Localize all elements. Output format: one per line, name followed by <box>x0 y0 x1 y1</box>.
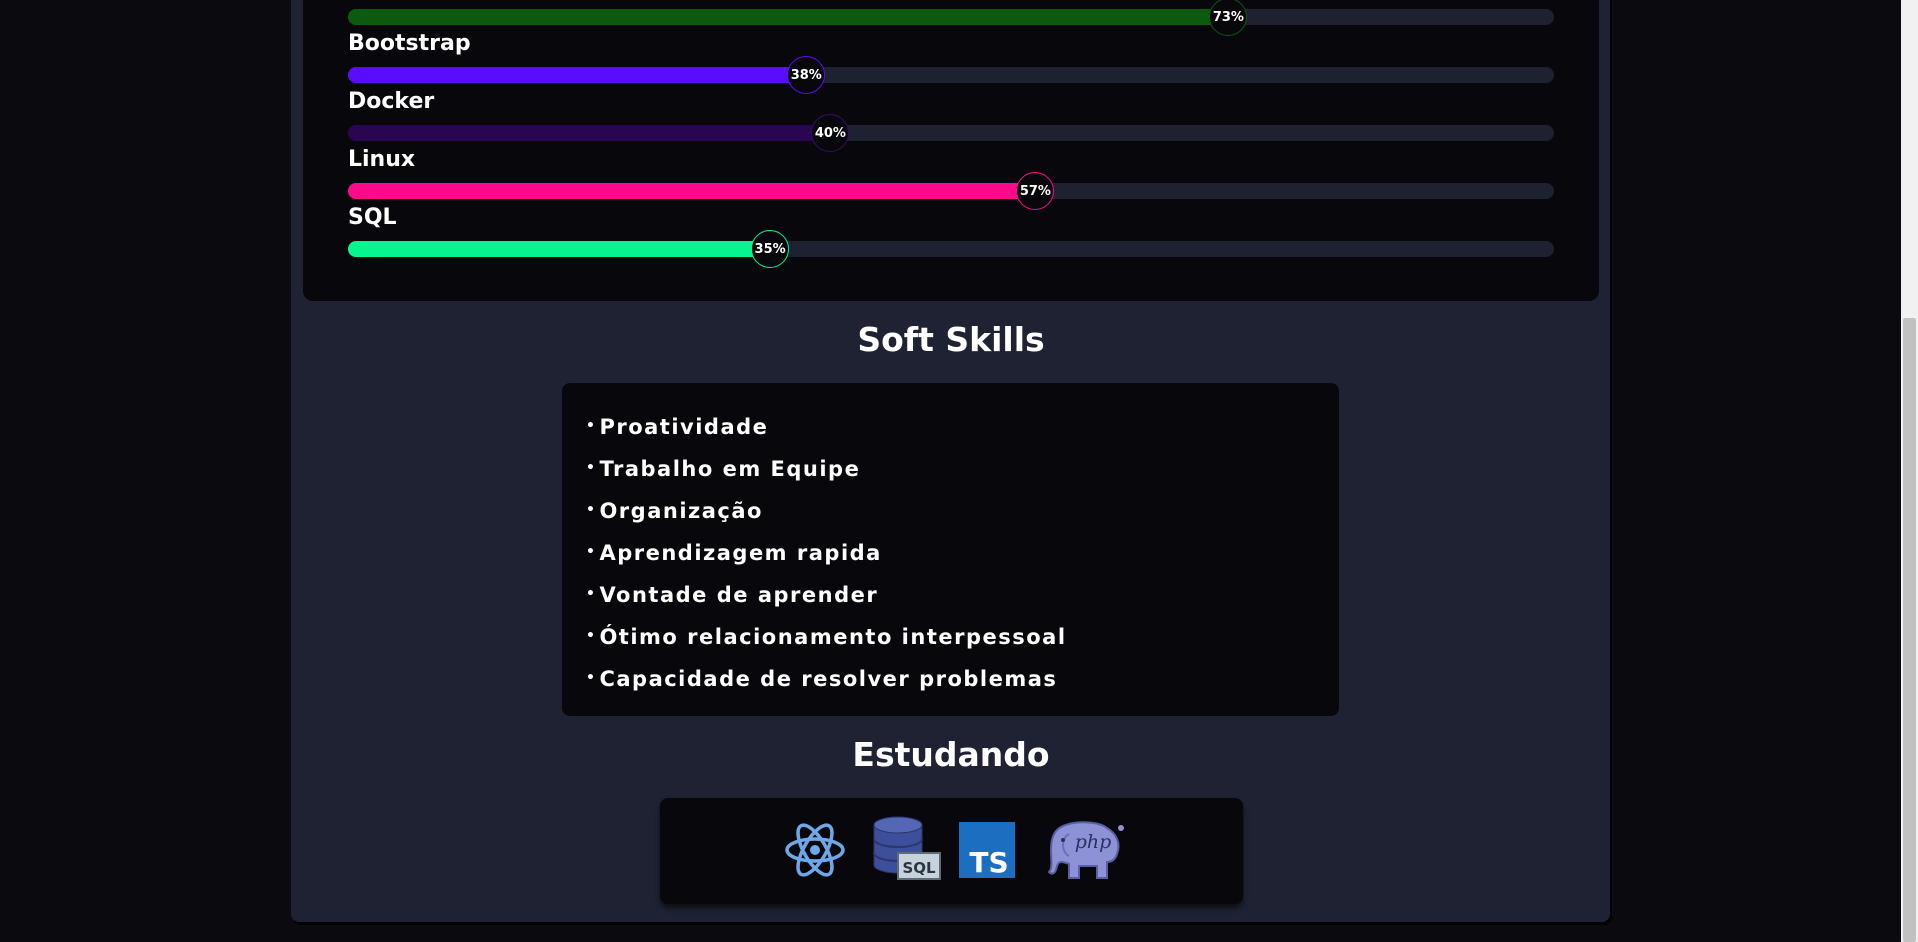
skill-track: 40% <box>348 114 1554 152</box>
soft-skills-panel: • Proatividade • Trabalho em Equipe • Organ… <box>562 383 1339 716</box>
skill-label: Linux <box>348 147 416 172</box>
typescript-icon: TS <box>959 822 1015 878</box>
skill-track: 57% <box>348 172 1554 210</box>
skill-fill <box>348 183 1036 199</box>
soft-skill-text: Ótimo relacionamento interpessoal <box>599 625 1067 649</box>
skill-fill <box>348 125 831 141</box>
soft-skills-list: • Proatividade • Trabalho em Equipe • Organ… <box>562 383 1339 699</box>
list-item: • Organização <box>586 489 1339 531</box>
php-elephant-icon: php <box>1047 821 1124 879</box>
bullet: • <box>586 502 597 518</box>
list-item: • Trabalho em Equipe <box>586 447 1339 489</box>
bullet: • <box>586 670 597 686</box>
list-item: • Capacidade de resolver problemas <box>586 657 1339 699</box>
bullet: • <box>586 628 597 644</box>
skill-percent-badge: 38% <box>787 56 826 94</box>
soft-skills-title: Soft Skills <box>857 320 1045 359</box>
react-icon <box>785 823 845 877</box>
bullet: • <box>586 586 597 602</box>
bullet: • <box>586 544 597 560</box>
soft-skill-text: Organização <box>599 499 763 523</box>
skill-fill <box>348 241 771 257</box>
skill-fill <box>348 67 807 83</box>
soft-skill-text: Aprendizagem rapida <box>599 541 882 565</box>
studying-panel: SQL TS php <box>660 798 1243 904</box>
php-icon-text: php <box>1075 831 1112 853</box>
ts-icon-text: TS <box>969 846 1008 878</box>
skill-label: Docker <box>348 89 435 114</box>
list-item: • Vontade de aprender <box>586 573 1339 615</box>
soft-skill-text: Proatividade <box>599 415 769 439</box>
soft-skill-text: Trabalho em Equipe <box>599 457 861 481</box>
skill-label: SQL <box>348 205 397 230</box>
list-item: • Ótimo relacionamento interpessoal <box>586 615 1339 657</box>
soft-skill-text: Vontade de aprender <box>599 583 879 607</box>
skill-track: 35% <box>348 230 1554 268</box>
list-item: • Proatividade <box>586 405 1339 447</box>
scrollbar-track[interactable] <box>1901 0 1918 942</box>
skill-fill <box>348 9 1229 25</box>
studying-title: Estudando <box>852 735 1050 774</box>
bullet: • <box>586 418 597 434</box>
skill-percent-badge: 35% <box>751 230 790 268</box>
scrollbar-thumb[interactable] <box>1903 318 1916 942</box>
bullet: • <box>586 460 597 476</box>
list-item: • Aprendizagem rapida <box>586 531 1339 573</box>
sql-icon-text: SQL <box>902 859 936 877</box>
skill-label: Bootstrap <box>348 31 471 56</box>
soft-skill-text: Capacidade de resolver problemas <box>599 667 1058 691</box>
skill-track: 38% <box>348 56 1554 94</box>
skill-track: 73% <box>348 0 1554 36</box>
sql-database-icon: SQL <box>873 816 941 880</box>
